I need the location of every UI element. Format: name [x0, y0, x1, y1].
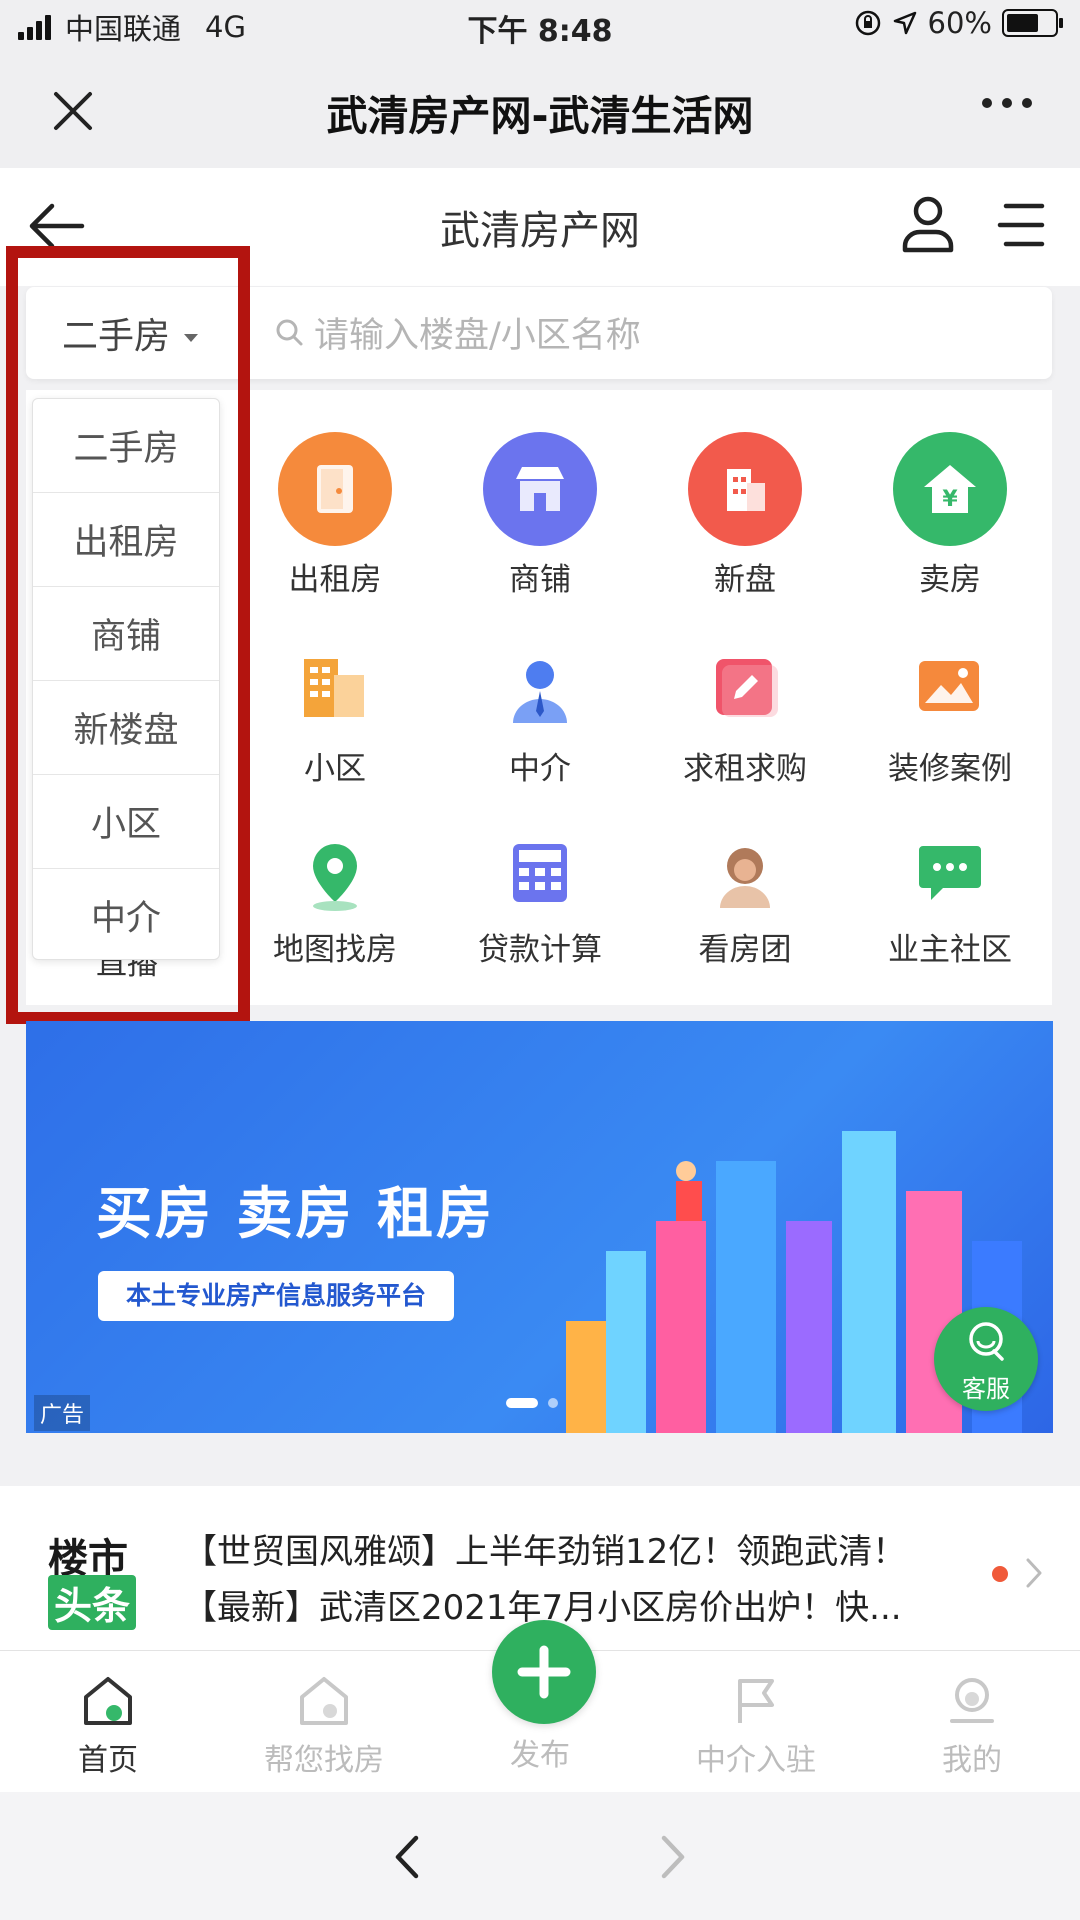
- grid-item-sell[interactable]: ¥ 卖房: [847, 432, 1053, 599]
- picture-icon: [919, 661, 979, 711]
- flag-icon: [738, 1679, 774, 1723]
- home-icon: [84, 1677, 132, 1725]
- battery-icon: [1002, 9, 1063, 37]
- house-yen-icon: ¥: [893, 432, 1007, 546]
- location-icon: [893, 11, 916, 35]
- menu-icon[interactable]: [996, 200, 1046, 250]
- profile-icon: [950, 1678, 994, 1723]
- battery-percent: 60%: [927, 6, 992, 40]
- highlight-box: [6, 246, 250, 1024]
- news-headline-1[interactable]: 【世贸国风雅颂】上半年劲销12亿！领跑武清！: [183, 1524, 906, 1573]
- building-icon: [688, 432, 802, 546]
- person-icon: [720, 848, 770, 908]
- unread-dot: [992, 1566, 1008, 1582]
- grid-item-loan[interactable]: 贷款计算: [437, 840, 643, 969]
- banner-headline: 买房 卖房 租房: [96, 1182, 495, 1247]
- grid-item-new-project[interactable]: 新盘: [642, 432, 848, 599]
- apartments-icon: [304, 659, 364, 717]
- search-input[interactable]: 请输入楼盘/小区名称: [314, 307, 641, 358]
- nav-back-icon[interactable]: [392, 1834, 422, 1880]
- house-search-icon: [300, 1677, 348, 1725]
- svg-text:¥: ¥: [942, 487, 958, 512]
- tab-home[interactable]: 首页: [0, 1675, 216, 1779]
- grid-item-agent[interactable]: 中介: [437, 655, 643, 788]
- grid-item-renovation[interactable]: 装修案例: [847, 655, 1053, 788]
- customer-service-button[interactable]: 客服: [934, 1307, 1038, 1411]
- page-title: 武清房产网-武清生活网: [326, 92, 754, 140]
- agent-icon: [513, 661, 567, 723]
- grid-item-owner-community[interactable]: 业主社区: [847, 840, 1053, 969]
- tab-agent-join[interactable]: 中介入驻: [648, 1675, 864, 1779]
- shop-icon: [483, 432, 597, 546]
- grid-item-shop[interactable]: 商铺: [437, 432, 643, 599]
- chat-bubble-icon: [969, 1322, 1004, 1361]
- chevron-right-icon[interactable]: [1024, 1556, 1044, 1590]
- edit-icon: [716, 659, 778, 717]
- news-logo-bottom: 头条: [48, 1575, 137, 1630]
- grid-item-rent[interactable]: 出租房: [232, 432, 438, 599]
- tab-find-house[interactable]: 帮您找房: [216, 1675, 432, 1779]
- grid-item-wanted[interactable]: 求租求购: [642, 655, 848, 788]
- calculator-icon: [513, 844, 567, 902]
- carousel-dots[interactable]: [506, 1398, 558, 1408]
- map-pin-icon: [313, 844, 357, 911]
- tab-me[interactable]: 我的: [864, 1675, 1080, 1779]
- grid-item-viewing-group[interactable]: 看房团: [642, 840, 848, 969]
- door-icon: [278, 432, 392, 546]
- more-options-icon[interactable]: [982, 98, 1032, 108]
- nav-forward-icon[interactable]: [658, 1834, 688, 1880]
- grid-item-community[interactable]: 小区: [232, 655, 438, 788]
- rotation-lock-icon: [855, 10, 880, 36]
- publish-button[interactable]: [492, 1620, 596, 1724]
- wechat-title-bar: 武清房产网-武清生活网: [0, 54, 1080, 169]
- ad-tag: 广告: [34, 1395, 91, 1431]
- search-icon: [276, 319, 303, 346]
- grid-item-map[interactable]: 地图找房: [232, 840, 438, 969]
- promo-banner[interactable]: 买房 卖房 租房 本土专业房产信息服务平台 广告: [26, 1021, 1053, 1433]
- plus-icon: [517, 1645, 571, 1699]
- banner-subline: 本土专业房产信息服务平台: [98, 1271, 455, 1321]
- chat-icon: [919, 846, 981, 900]
- status-bar: 中国联通 4G 下午 8:48 60%: [0, 0, 1080, 54]
- user-icon[interactable]: [900, 194, 956, 254]
- browser-nav: [0, 1792, 1080, 1920]
- publish-label: 发布: [510, 1738, 570, 1773]
